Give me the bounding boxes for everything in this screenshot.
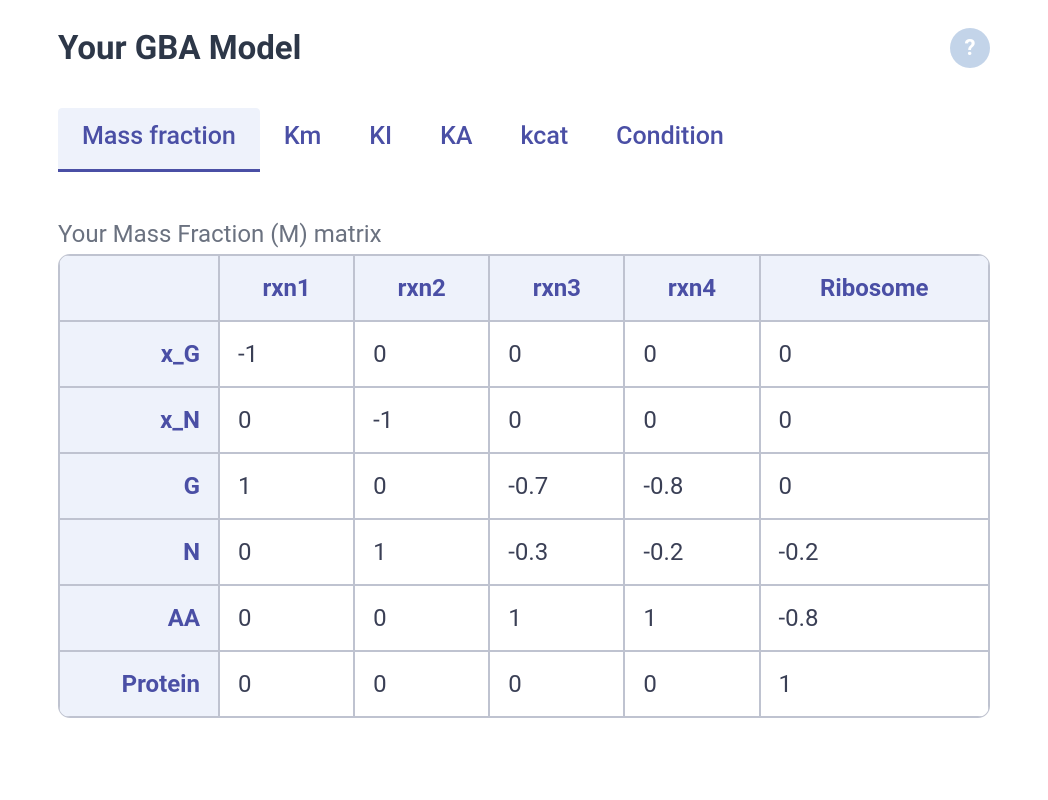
tab-km[interactable]: Km — [260, 108, 345, 172]
page-title: Your GBA Model — [58, 29, 301, 68]
table-row: x_N 0 -1 0 0 0 — [59, 387, 989, 453]
tab-ka[interactable]: KA — [416, 108, 496, 172]
section-label: Your Mass Fraction (M) matrix — [58, 220, 990, 248]
matrix-cell: 0 — [624, 651, 759, 717]
matrix-cell: 0 — [354, 321, 489, 387]
tab-condition[interactable]: Condition — [592, 108, 748, 172]
matrix-cell: 0 — [354, 651, 489, 717]
matrix-cell: 1 — [489, 585, 624, 651]
col-header: rxn2 — [354, 255, 489, 321]
tab-label: Km — [284, 122, 321, 151]
matrix-cell: 0 — [489, 651, 624, 717]
header-row: Your GBA Model ? — [58, 28, 990, 68]
help-icon: ? — [965, 36, 976, 61]
matrix-cell: 0 — [219, 651, 354, 717]
table-header-row: rxn1 rxn2 rxn3 rxn4 Ribosome — [59, 255, 989, 321]
table-row: Protein 0 0 0 0 1 — [59, 651, 989, 717]
matrix-cell: -1 — [354, 387, 489, 453]
col-header: rxn1 — [219, 255, 354, 321]
matrix-cell: 0 — [219, 387, 354, 453]
tab-label: Condition — [616, 122, 724, 151]
tab-ki[interactable]: KI — [345, 108, 416, 172]
table-row: x_G -1 0 0 0 0 — [59, 321, 989, 387]
row-header: N — [59, 519, 219, 585]
matrix-cell: 0 — [624, 321, 759, 387]
matrix-cell: 0 — [760, 321, 990, 387]
matrix-cell: 0 — [624, 387, 759, 453]
matrix-cell: 0 — [760, 387, 990, 453]
tab-label: kcat — [521, 122, 569, 151]
matrix-cell: -0.8 — [760, 585, 990, 651]
col-header: Ribosome — [760, 255, 990, 321]
help-button[interactable]: ? — [950, 28, 990, 68]
table-row: AA 0 0 1 1 -0.8 — [59, 585, 989, 651]
matrix-cell: 1 — [219, 453, 354, 519]
row-header: Protein — [59, 651, 219, 717]
matrix-cell: 1 — [624, 585, 759, 651]
matrix-cell: 0 — [219, 585, 354, 651]
table-row: G 1 0 -0.7 -0.8 0 — [59, 453, 989, 519]
matrix-cell: 0 — [354, 585, 489, 651]
matrix-cell: -0.2 — [760, 519, 990, 585]
matrix-cell: -0.7 — [489, 453, 624, 519]
tab-kcat[interactable]: kcat — [497, 108, 593, 172]
col-header: rxn4 — [624, 255, 759, 321]
matrix-cell: -1 — [219, 321, 354, 387]
mass-fraction-matrix: rxn1 rxn2 rxn3 rxn4 Ribosome x_G -1 0 0 … — [58, 254, 990, 718]
matrix-cell: 0 — [219, 519, 354, 585]
tab-mass-fraction[interactable]: Mass fraction — [58, 108, 260, 172]
row-header: x_G — [59, 321, 219, 387]
tab-label: KA — [440, 122, 472, 151]
table-corner-blank — [59, 255, 219, 321]
row-header: AA — [59, 585, 219, 651]
matrix-cell: 0 — [489, 387, 624, 453]
tab-label: KI — [369, 122, 392, 151]
table-row: N 0 1 -0.3 -0.2 -0.2 — [59, 519, 989, 585]
row-header: x_N — [59, 387, 219, 453]
row-header: G — [59, 453, 219, 519]
matrix-cell: 0 — [354, 453, 489, 519]
matrix-cell: 1 — [354, 519, 489, 585]
tabs-bar: Mass fraction Km KI KA kcat Condition — [58, 108, 990, 172]
matrix-cell: 1 — [760, 651, 990, 717]
matrix-cell: -0.8 — [624, 453, 759, 519]
matrix-cell: 0 — [489, 321, 624, 387]
col-header: rxn3 — [489, 255, 624, 321]
matrix-cell: 0 — [760, 453, 990, 519]
tab-label: Mass fraction — [82, 122, 236, 151]
matrix-cell: -0.2 — [624, 519, 759, 585]
matrix-cell: -0.3 — [489, 519, 624, 585]
